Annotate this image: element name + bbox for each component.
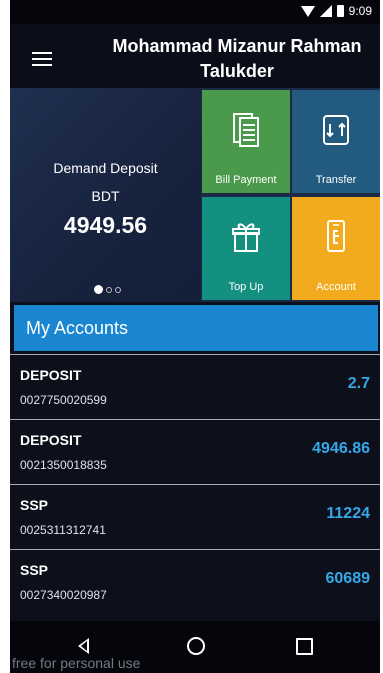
- account-number: 0025311312741: [20, 523, 106, 537]
- watermark-text: free for personal use: [12, 655, 141, 671]
- account-tile[interactable]: Account: [292, 197, 380, 300]
- top-up-label: Top Up: [228, 281, 264, 293]
- accounts-list: DEPOSIT 0027750020599 2.7 DEPOSIT 002135…: [10, 354, 380, 614]
- hamburger-menu-icon[interactable]: [32, 52, 52, 66]
- balance-card[interactable]: Demand Deposit BDT 4949.56: [10, 88, 201, 302]
- battery-icon: [336, 5, 344, 17]
- carousel-indicator[interactable]: [94, 285, 121, 294]
- my-accounts-title: My Accounts: [26, 318, 129, 338]
- balance-amount: 4949.56: [63, 212, 148, 238]
- signal-icon: [319, 5, 332, 17]
- top-up-tile[interactable]: Top Up: [202, 197, 290, 300]
- app-header: Mohammad Mizanur Rahman Talukder: [10, 24, 380, 88]
- account-name: DEPOSIT: [20, 367, 82, 383]
- account-type-label: Demand Deposit: [53, 160, 158, 176]
- home-icon[interactable]: [187, 637, 205, 655]
- transfer-tile[interactable]: Transfer: [292, 90, 380, 193]
- mobile-taka-icon: [327, 220, 345, 252]
- my-accounts-header: My Accounts: [14, 305, 378, 351]
- phone-screen: 9:09 Mohammad Mizanur Rahman Talukder De…: [10, 0, 380, 673]
- account-row[interactable]: SSP 0027340020987 60689: [10, 549, 380, 614]
- gift-box-icon: [232, 223, 260, 252]
- account-row[interactable]: SSP 0025311312741 11224: [10, 484, 380, 549]
- currency-label: BDT: [91, 188, 120, 204]
- carousel-dot: [94, 285, 103, 294]
- user-name-title: Mohammad Mizanur Rahman Talukder: [112, 36, 362, 81]
- bill-icon: [233, 113, 259, 147]
- bill-payment-label: Bill Payment: [215, 174, 277, 186]
- dashboard: Demand Deposit BDT 4949.56 Bill Payment: [10, 88, 380, 302]
- transfer-label: Transfer: [315, 174, 357, 186]
- transfer-icon: [323, 115, 349, 145]
- status-bar: 9:09: [10, 0, 380, 24]
- wifi-icon: [300, 5, 315, 17]
- recent-apps-icon[interactable]: [296, 638, 313, 655]
- account-row[interactable]: DEPOSIT 0021350018835 4946.86: [10, 419, 380, 484]
- account-name: SSP: [20, 562, 49, 578]
- account-amount: 2.7: [347, 375, 370, 392]
- account-number: 0027750020599: [20, 393, 107, 407]
- account-number: 0021350018835: [20, 458, 107, 472]
- bill-payment-tile[interactable]: Bill Payment: [202, 90, 290, 193]
- status-time: 9:09: [348, 4, 372, 18]
- account-number: 0027340020987: [20, 588, 107, 602]
- back-icon[interactable]: [78, 638, 89, 654]
- carousel-dot: [115, 286, 121, 293]
- account-amount: 60689: [325, 570, 371, 587]
- account-amount: 11224: [326, 505, 370, 522]
- account-amount: 4946.86: [312, 440, 370, 457]
- account-name: SSP: [20, 497, 49, 513]
- account-name: DEPOSIT: [20, 432, 82, 448]
- account-row[interactable]: DEPOSIT 0027750020599 2.7: [10, 354, 380, 419]
- status-icons: 9:09: [300, 4, 372, 18]
- carousel-dot: [106, 286, 112, 293]
- account-label: Account: [316, 281, 356, 293]
